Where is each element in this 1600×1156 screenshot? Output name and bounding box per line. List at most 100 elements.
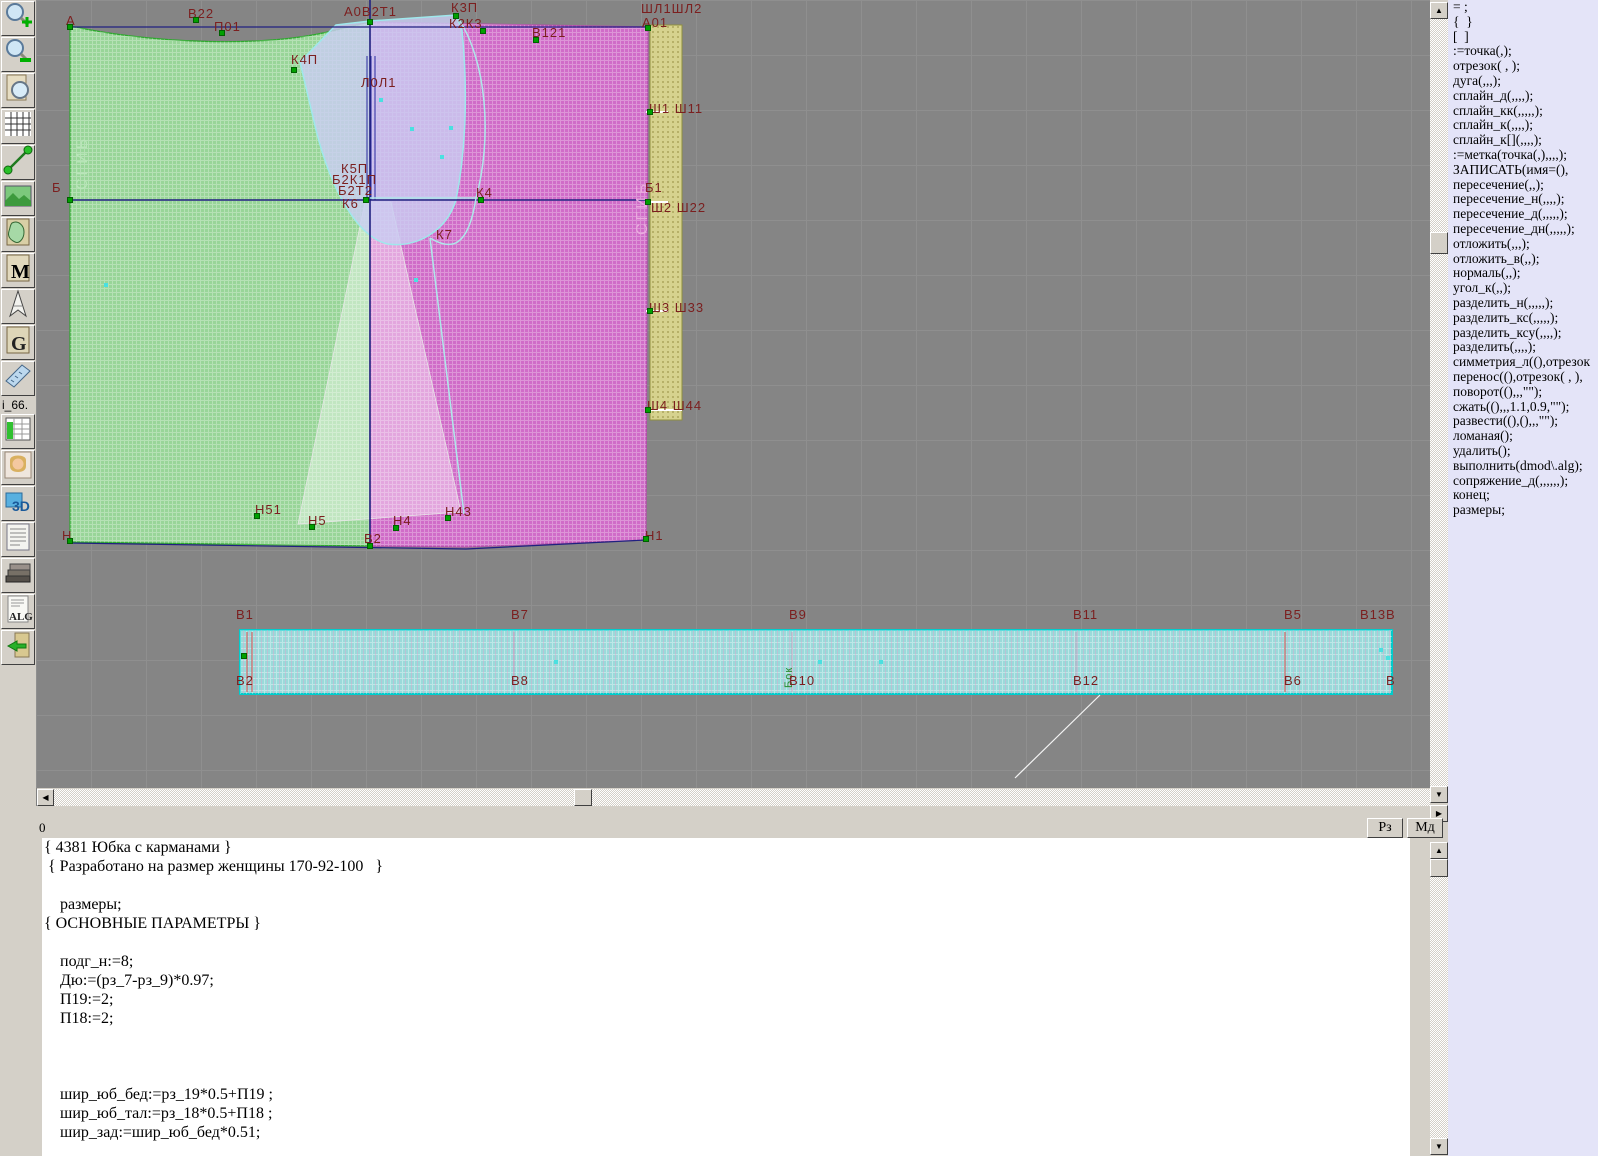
construction-point[interactable]: [364, 198, 368, 202]
editor-line[interactable]: шир_юб_бед:=рз_19*0.5+П19 ;: [42, 1085, 1410, 1104]
construction-point[interactable]: [481, 29, 485, 33]
construction-point[interactable]: [68, 539, 72, 543]
construction-point[interactable]: [644, 537, 648, 541]
curve-point[interactable]: [879, 660, 883, 664]
command-item[interactable]: выполнить(dmod\.alg);: [1448, 459, 1598, 474]
editor-scroll-down-icon[interactable]: ▼: [1430, 1138, 1448, 1155]
command-item[interactable]: поворот((),,,"");: [1448, 385, 1598, 400]
grazia-doc-button[interactable]: G: [1, 325, 35, 360]
command-item[interactable]: размеры;: [1448, 503, 1598, 518]
command-item[interactable]: конец;: [1448, 488, 1598, 503]
construction-point[interactable]: [646, 200, 650, 204]
construction-point[interactable]: [310, 525, 314, 529]
command-item[interactable]: симметрия_л((),отрезок: [1448, 355, 1598, 370]
editor-line[interactable]: [42, 1066, 1410, 1085]
preview-button[interactable]: [1, 73, 35, 108]
editor-line[interactable]: { 4381 Юбка с карманами }: [42, 838, 1410, 857]
construction-point[interactable]: [368, 20, 372, 24]
zoom-in-button[interactable]: [1, 1, 35, 36]
command-item[interactable]: угол_к(,,);: [1448, 281, 1598, 296]
editor-line[interactable]: [42, 876, 1410, 895]
construction-point[interactable]: [646, 26, 650, 30]
construction-point[interactable]: [446, 516, 450, 520]
command-item[interactable]: отрезок( , );: [1448, 59, 1598, 74]
editor-vscroll-track[interactable]: [1430, 877, 1448, 1138]
rz-button[interactable]: Рз: [1367, 818, 1403, 838]
curve-point[interactable]: [818, 660, 822, 664]
exit-button[interactable]: [1, 630, 35, 665]
command-item[interactable]: сплайн_к[](,,,,);: [1448, 133, 1598, 148]
command-item[interactable]: сжать((),,,1.1,0.9,"");: [1448, 400, 1598, 415]
drafting-tools-button[interactable]: [1, 289, 35, 324]
algorithm-editor[interactable]: { 4381 Юбка с карманами } { Разработано …: [36, 838, 1410, 1156]
curve-point[interactable]: [414, 278, 418, 282]
editor-line[interactable]: [42, 1028, 1410, 1047]
zoom-out-button[interactable]: [1, 37, 35, 72]
editor-line[interactable]: шир_зад:=шир_юб_бед*0.51;: [42, 1123, 1410, 1142]
construction-point[interactable]: [368, 544, 372, 548]
editor-line[interactable]: размеры;: [42, 895, 1410, 914]
editor-line[interactable]: П18:=2;: [42, 1009, 1410, 1028]
command-item[interactable]: :=метка(точка(,),,,,);: [1448, 148, 1598, 163]
waistband-piece[interactable]: [240, 630, 1392, 694]
editor-line[interactable]: подг_н:=8;: [42, 952, 1410, 971]
construction-point[interactable]: [394, 526, 398, 530]
scroll-left-icon[interactable]: ◀: [37, 789, 54, 806]
command-item[interactable]: { }: [1448, 15, 1598, 30]
pattern-doc-button[interactable]: [1, 217, 35, 252]
curve-point[interactable]: [1379, 648, 1383, 652]
scroll-down-icon[interactable]: ▼: [1430, 786, 1448, 803]
command-item[interactable]: пересечение(,,);: [1448, 178, 1598, 193]
command-item[interactable]: ЗАПИСАТЬ(имя=(),: [1448, 163, 1598, 178]
editor-vscroll-thumb[interactable]: [1430, 859, 1448, 877]
picture-button[interactable]: [1, 181, 35, 216]
construction-point[interactable]: [454, 14, 458, 18]
table-button[interactable]: [1, 414, 35, 449]
command-item[interactable]: дуга(,,,);: [1448, 74, 1598, 89]
command-item[interactable]: сплайн_д(,,,,);: [1448, 89, 1598, 104]
command-item[interactable]: отложить_в(,,);: [1448, 252, 1598, 267]
editor-line[interactable]: { Разработано на размер женщины 170-92-1…: [42, 857, 1410, 876]
command-item[interactable]: разделить_н(,,,,,);: [1448, 296, 1598, 311]
command-item[interactable]: пересечение_д(,,,,,);: [1448, 207, 1598, 222]
model-doc-button[interactable]: M: [1, 253, 35, 288]
editor-line[interactable]: { ОСНОВНЫЕ ПАРАМЕТРЫ }: [42, 914, 1410, 933]
hscroll-track[interactable]: [54, 789, 1430, 806]
measure-line-button[interactable]: [1, 145, 35, 180]
construction-point[interactable]: [479, 198, 483, 202]
construction-point[interactable]: [68, 25, 72, 29]
hscroll-thumb[interactable]: [574, 789, 592, 806]
md-button[interactable]: Мд: [1407, 818, 1443, 838]
editor-line[interactable]: П19:=2;: [42, 990, 1410, 1009]
curve-point[interactable]: [1386, 656, 1390, 660]
command-item[interactable]: сопряжение_д(,,,,,,);: [1448, 474, 1598, 489]
command-item[interactable]: пересечение_дн(,,,,,);: [1448, 222, 1598, 237]
command-item[interactable]: развести((),(),,,"");: [1448, 414, 1598, 429]
vscroll-thumb[interactable]: [1430, 232, 1448, 254]
pattern-canvas[interactable]: СГИБ СГИБ Бок АВ22П01К4ПА0В2Т1К3ПК2К3В12…: [36, 0, 1430, 788]
command-item[interactable]: [ ]: [1448, 30, 1598, 45]
photo-button[interactable]: [1, 450, 35, 485]
construction-point[interactable]: [242, 654, 246, 658]
curve-point[interactable]: [104, 283, 108, 287]
construction-point[interactable]: [194, 18, 198, 22]
command-item[interactable]: удалить();: [1448, 444, 1598, 459]
construction-point[interactable]: [68, 198, 72, 202]
curve-point[interactable]: [440, 155, 444, 159]
scroll-up-icon[interactable]: ▲: [1430, 2, 1448, 19]
curve-point[interactable]: [554, 660, 558, 664]
editor-line[interactable]: Дю:=(рз_7-рз_9)*0.97;: [42, 971, 1410, 990]
books-button[interactable]: [1, 558, 35, 593]
text-doc-button[interactable]: [1, 522, 35, 557]
construction-point[interactable]: [255, 514, 259, 518]
vscroll-track[interactable]: [1430, 19, 1448, 786]
command-item[interactable]: разделить(,,,,);: [1448, 340, 1598, 355]
construction-point[interactable]: [292, 68, 296, 72]
construction-point[interactable]: [648, 309, 652, 313]
curve-point[interactable]: [449, 126, 453, 130]
command-item[interactable]: разделить_кс(,,,,,);: [1448, 311, 1598, 326]
command-item[interactable]: = ;: [1448, 0, 1598, 15]
editor-line[interactable]: шир_юб_тал:=рз_18*0.5+П18 ;: [42, 1104, 1410, 1123]
command-item[interactable]: пересечение_н(,,,,);: [1448, 192, 1598, 207]
curve-point[interactable]: [410, 127, 414, 131]
